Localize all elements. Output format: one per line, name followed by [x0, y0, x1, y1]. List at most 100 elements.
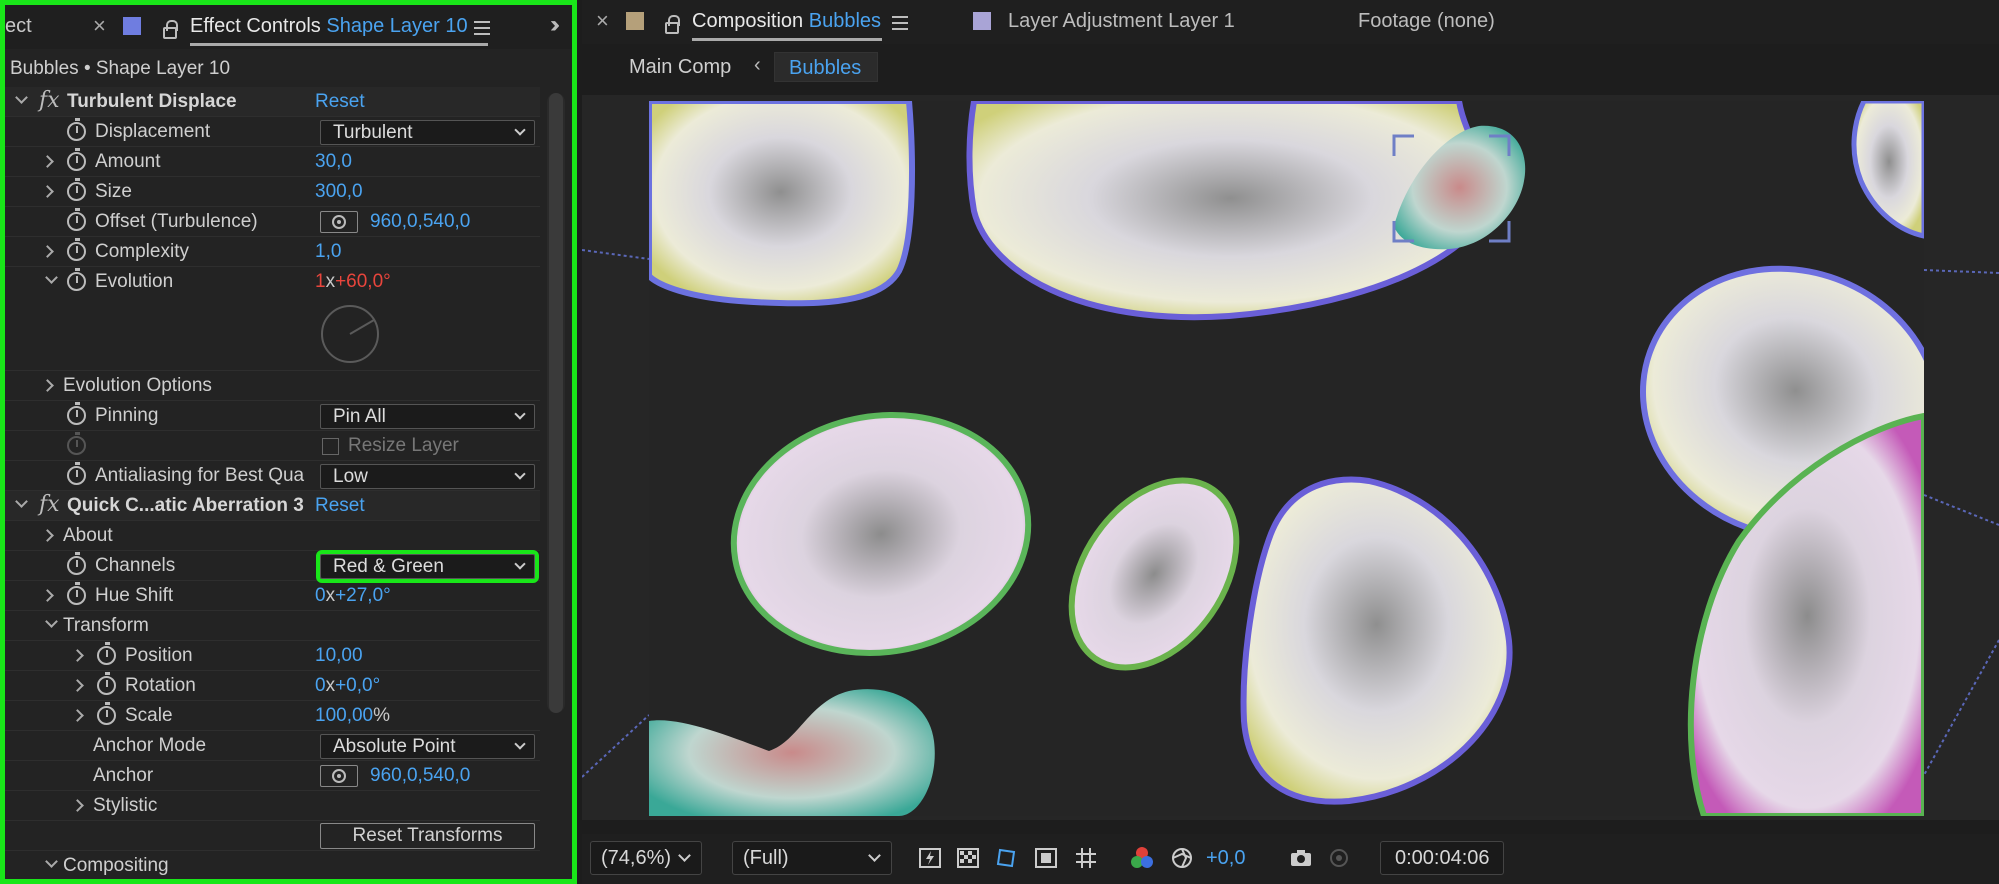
camera-snapshot-icon[interactable]: [1289, 846, 1313, 870]
mask-visibility-icon[interactable]: [994, 846, 1018, 870]
dropdown-value: Red & Green: [333, 556, 444, 577]
panel-menu-icon[interactable]: [892, 16, 908, 30]
grid-guides-icon[interactable]: [1074, 846, 1098, 870]
reset-link[interactable]: Reset: [315, 91, 365, 113]
about-group[interactable]: About: [5, 521, 540, 551]
region-of-interest-icon[interactable]: [1034, 846, 1058, 870]
lock-icon[interactable]: [163, 20, 178, 39]
stopwatch-icon[interactable]: [67, 238, 86, 261]
fx-icon[interactable]: fx: [39, 492, 60, 517]
chevron-right-icon[interactable]: [41, 379, 54, 392]
current-time-display[interactable]: 0:00:04:06: [1380, 841, 1504, 875]
tab-effect-controls[interactable]: Effect Controls Shape Layer 10: [190, 15, 468, 38]
stopwatch-icon[interactable]: [67, 582, 86, 605]
transparency-grid-icon[interactable]: [956, 846, 980, 870]
crumb-current[interactable]: Bubbles: [774, 52, 878, 82]
stopwatch-icon[interactable]: [67, 208, 86, 231]
rotation-value[interactable]: 0x+0,0°: [315, 675, 380, 697]
comp-canvas[interactable]: [649, 101, 1924, 816]
show-snapshot-icon[interactable]: [1327, 846, 1351, 870]
zoom-dropdown[interactable]: (74,6%): [590, 841, 702, 875]
partial-tab-label[interactable]: ect: [5, 15, 32, 38]
resolution-dropdown[interactable]: (Full): [732, 841, 892, 875]
point-control-icon[interactable]: [320, 765, 358, 787]
effect-chromatic-aberration[interactable]: fx Quick C...atic Aberration 3 Reset: [5, 491, 540, 521]
hue-shift-value[interactable]: 0x+27,0°: [315, 585, 391, 607]
tab-footage[interactable]: Footage (none): [1358, 10, 1495, 33]
chevron-right-icon[interactable]: [41, 529, 54, 542]
tab-title: Effect Controls: [190, 15, 321, 37]
angle-dial[interactable]: [319, 303, 381, 365]
chevron-right-icon[interactable]: [41, 589, 54, 602]
offset-value[interactable]: 960,0,540,0: [370, 211, 470, 233]
stopwatch-icon[interactable]: [97, 702, 116, 725]
tab-composition[interactable]: Composition Bubbles: [692, 10, 881, 33]
group-label: Transform: [63, 615, 149, 636]
prop-label: Anchor: [93, 765, 154, 786]
scrollbar[interactable]: [547, 93, 565, 713]
panel-menu-icon[interactable]: [474, 21, 490, 35]
complexity-value[interactable]: 1,0: [315, 241, 341, 263]
crumb-main-comp[interactable]: Main Comp: [629, 56, 731, 79]
chevron-right-icon[interactable]: [41, 155, 54, 168]
reset-link[interactable]: Reset: [315, 495, 365, 517]
scrollbar-thumb[interactable]: [549, 93, 563, 713]
stopwatch-icon[interactable]: [67, 552, 86, 575]
anchor-mode-dropdown[interactable]: Absolute Point: [320, 734, 535, 759]
scale-value[interactable]: 100,00%: [315, 705, 390, 727]
effect-turbulent-displace[interactable]: fx Turbulent Displace Reset: [5, 87, 540, 117]
checkbox-label: Resize Layer: [348, 435, 459, 456]
rev-separator: x: [325, 675, 336, 696]
antialiasing-dropdown[interactable]: Low: [320, 464, 535, 489]
chevron-right-icon[interactable]: [41, 185, 54, 198]
stopwatch-icon[interactable]: [67, 118, 86, 141]
fx-icon[interactable]: fx: [39, 88, 60, 113]
exposure-value[interactable]: +0,0: [1206, 847, 1245, 870]
chevron-down-icon[interactable]: [15, 91, 28, 104]
position-value[interactable]: 10,00: [315, 645, 363, 667]
chevron-down-icon[interactable]: [45, 271, 58, 284]
stopwatch-icon[interactable]: [97, 642, 116, 665]
composition-viewer[interactable]: [582, 95, 1999, 820]
chevron-right-icon[interactable]: [71, 709, 84, 722]
stopwatch-icon[interactable]: [67, 268, 86, 291]
reset-transforms-button[interactable]: Reset Transforms: [320, 823, 535, 849]
channels-dropdown[interactable]: Red & Green: [316, 550, 539, 583]
amount-value[interactable]: 30,0: [315, 151, 352, 173]
lock-icon[interactable]: [665, 15, 680, 34]
size-value[interactable]: 300,0: [315, 181, 363, 203]
close-icon[interactable]: ×: [596, 8, 609, 34]
expand-panels-icon[interactable]: ››: [550, 11, 560, 39]
chevron-right-icon[interactable]: [71, 679, 84, 692]
displacement-dropdown[interactable]: Turbulent: [320, 120, 535, 145]
evolution-options[interactable]: Evolution Options: [5, 371, 540, 401]
chevron-right-icon[interactable]: [71, 799, 84, 812]
stopwatch-icon[interactable]: [67, 402, 86, 425]
transform-group[interactable]: Transform: [5, 611, 540, 641]
pinning-dropdown[interactable]: Pin All: [320, 404, 535, 429]
evolution-value[interactable]: 1x+60,0°: [315, 271, 391, 293]
prop-position: Position 10,00: [5, 641, 540, 671]
stylistic-group[interactable]: Stylistic: [5, 791, 540, 821]
stopwatch-icon[interactable]: [67, 462, 86, 485]
exposure-reset-icon[interactable]: [1170, 846, 1194, 870]
chevron-right-icon[interactable]: [71, 649, 84, 662]
anchor-value[interactable]: 960,0,540,0: [370, 765, 470, 787]
chevron-down-icon[interactable]: [45, 615, 58, 628]
fast-previews-icon[interactable]: [918, 846, 942, 870]
composition-tab-bar: × Composition Bubbles Layer Adjustment L…: [582, 0, 1999, 44]
channels-icon[interactable]: [1130, 846, 1154, 870]
chevron-down-icon[interactable]: [45, 855, 58, 868]
tab-layer[interactable]: Layer Adjustment Layer 1: [1008, 10, 1235, 33]
scale-unit: %: [373, 705, 391, 726]
stopwatch-icon[interactable]: [97, 672, 116, 695]
close-icon[interactable]: ×: [93, 13, 106, 39]
compositing-group[interactable]: Compositing: [5, 851, 540, 879]
revolutions: 0: [315, 585, 326, 606]
stopwatch-icon[interactable]: [67, 178, 86, 201]
resize-layer-checkbox[interactable]: [322, 438, 339, 455]
point-control-icon[interactable]: [320, 211, 358, 233]
chevron-down-icon[interactable]: [15, 495, 28, 508]
stopwatch-icon[interactable]: [67, 148, 86, 171]
chevron-right-icon[interactable]: [41, 245, 54, 258]
